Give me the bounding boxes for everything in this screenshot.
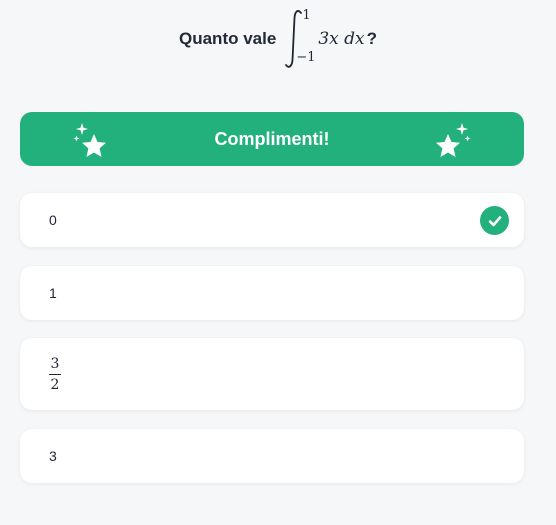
answer-option-0[interactable]: 0	[20, 193, 524, 247]
question-mark: ?	[366, 29, 377, 48]
integral-upper-limit: 1	[302, 8, 311, 23]
sparkle-stars-icon	[73, 123, 106, 157]
question-prompt: Quanto vale 1 −1 3x dx ?	[0, 8, 556, 70]
integral-symbol: 1 −1	[282, 8, 316, 70]
sparkle-stars-icon	[436, 123, 471, 157]
integrand: 3x dx	[318, 29, 365, 49]
fraction-denominator: 2	[50, 376, 60, 393]
answer-option-3-over-2[interactable]: 3 2	[20, 338, 524, 410]
answer-option-label: 1	[49, 285, 57, 301]
fraction-numerator: 3	[50, 355, 60, 372]
integral-expression: 1 −1 3x dx	[282, 8, 365, 70]
integral-lower-limit: −1	[296, 50, 316, 65]
answer-option-3[interactable]: 3	[20, 429, 524, 483]
answer-option-1[interactable]: 1	[20, 266, 524, 320]
check-icon	[480, 206, 509, 235]
success-banner: Complimenti!	[20, 112, 524, 166]
fraction-bar	[49, 373, 61, 375]
question-text: Quanto vale	[179, 29, 277, 48]
answer-option-label: 3	[49, 448, 57, 464]
fraction: 3 2	[49, 356, 61, 393]
banner-label: Complimenti!	[214, 128, 330, 149]
answer-option-label: 0	[49, 212, 57, 228]
